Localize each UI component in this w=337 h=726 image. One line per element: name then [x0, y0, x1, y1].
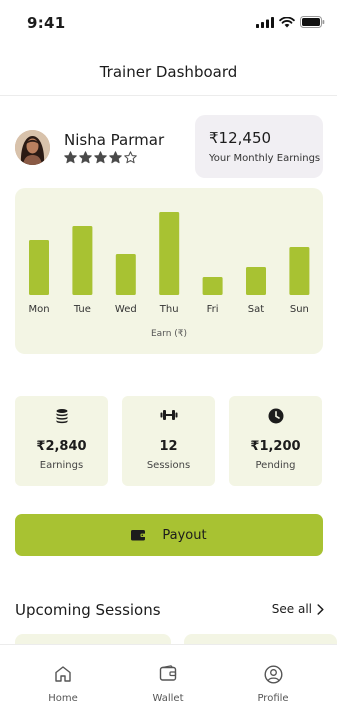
star-filled-icon	[109, 151, 122, 164]
chart-category-label: Tue	[73, 304, 91, 315]
stat-label: Earnings	[39, 460, 84, 471]
chart-bar	[159, 212, 180, 295]
nav-label: Home	[48, 693, 78, 704]
stat-value: ₹1,200	[250, 439, 301, 454]
profile-icon	[263, 665, 283, 684]
see-all-link[interactable]: See all	[272, 602, 324, 616]
nav-item-profile[interactable]: Profile	[217, 645, 329, 726]
payout-label: Payout	[162, 527, 207, 543]
wallet-icon	[159, 665, 177, 681]
status-time: 9:41	[27, 14, 66, 32]
chart-bar	[202, 277, 223, 295]
nav-item-home[interactable]: Home	[7, 645, 119, 726]
chart-bar	[115, 254, 136, 295]
page-title: Trainer Dashboard	[99, 63, 238, 81]
battery-icon	[300, 16, 325, 28]
signal-icon	[256, 16, 274, 28]
header-divider	[0, 95, 337, 96]
earnings-chart-card: Mon Tue Wed Thu Fri Sat Sun Earn (₹)	[15, 188, 323, 354]
stat-card-pending: ₹1,200 Pending	[229, 396, 322, 486]
bottom-nav: Home Wallet Profile	[0, 644, 337, 726]
nav-label: Wallet	[152, 693, 184, 704]
earnings-bar-chart: Mon Tue Wed Thu Fri Sat Sun	[28, 212, 310, 315]
chart-category-label: Thu	[159, 304, 179, 315]
stat-label: Pending	[255, 460, 296, 471]
chart-category-label: Mon	[28, 304, 49, 315]
status-bar: 9:41	[0, 0, 337, 44]
coins-icon	[56, 409, 67, 424]
stat-card-sessions: 12 Sessions	[122, 396, 215, 486]
avatar[interactable]	[15, 130, 50, 165]
star-outline-icon	[124, 151, 137, 164]
chart-bar	[29, 240, 49, 295]
nav-label: Profile	[257, 693, 289, 704]
star-filled-icon	[79, 151, 92, 164]
wifi-icon	[279, 16, 295, 27]
stat-card-earnings: ₹2,840 Earnings	[15, 396, 108, 486]
chart-category-label: Wed	[115, 304, 137, 315]
chart-category-label: Sat	[248, 304, 264, 315]
chevron-right-icon	[317, 603, 324, 615]
wallet-icon	[131, 530, 147, 541]
stat-value: 12	[159, 439, 178, 454]
star-filled-icon	[94, 151, 107, 164]
monthly-earnings-card: ₹12,450 Your Monthly Earnings	[195, 115, 323, 178]
chart-bar	[289, 247, 310, 295]
monthly-earnings-amount: ₹12,450	[209, 129, 272, 147]
chart-bar	[246, 267, 266, 295]
section-title: Upcoming Sessions	[15, 601, 161, 619]
chart-bar	[72, 226, 93, 295]
see-all-label: See all	[271, 602, 312, 616]
chart-category-label: Sun	[290, 304, 309, 315]
trainer-name: Nisha Parmar	[64, 131, 165, 149]
monthly-earnings-label: Your Monthly Earnings	[209, 153, 321, 164]
status-icons	[256, 16, 325, 28]
chart-x-label: Earn (₹)	[150, 329, 188, 339]
dumbbell-icon	[160, 410, 177, 420]
nav-item-wallet[interactable]: Wallet	[112, 645, 224, 726]
rating-stars	[64, 151, 137, 164]
chart-category-label: Fri	[207, 304, 219, 315]
stat-label: Sessions	[146, 460, 191, 471]
payout-button[interactable]: Payout	[15, 514, 323, 556]
clock-icon	[268, 408, 283, 424]
home-icon	[55, 666, 71, 682]
stat-value: ₹2,840	[36, 439, 87, 454]
star-filled-icon	[64, 151, 77, 164]
